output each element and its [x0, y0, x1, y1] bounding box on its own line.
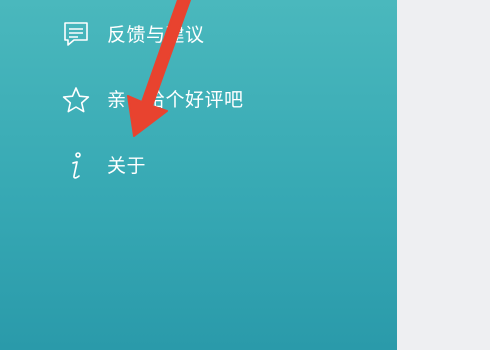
- info-icon: [60, 150, 92, 182]
- app-screen: 反馈与建议 亲，给个好评吧 关于: [0, 0, 490, 350]
- menu-item-about-label: 关于: [107, 155, 147, 177]
- menu-item-feedback[interactable]: 反馈与建议: [0, 3, 397, 63]
- chat-bubble-icon: [60, 18, 92, 50]
- menu-item-about[interactable]: 关于: [0, 136, 397, 196]
- star-icon: [60, 84, 92, 116]
- menu-item-rate-label: 亲，给个好评吧: [107, 89, 244, 111]
- menu-item-rate[interactable]: 亲，给个好评吧: [0, 70, 397, 130]
- menu-item-feedback-label: 反馈与建议: [107, 24, 205, 46]
- navigation-drawer: 反馈与建议 亲，给个好评吧 关于: [0, 0, 397, 350]
- main-content-edge[interactable]: [397, 0, 490, 350]
